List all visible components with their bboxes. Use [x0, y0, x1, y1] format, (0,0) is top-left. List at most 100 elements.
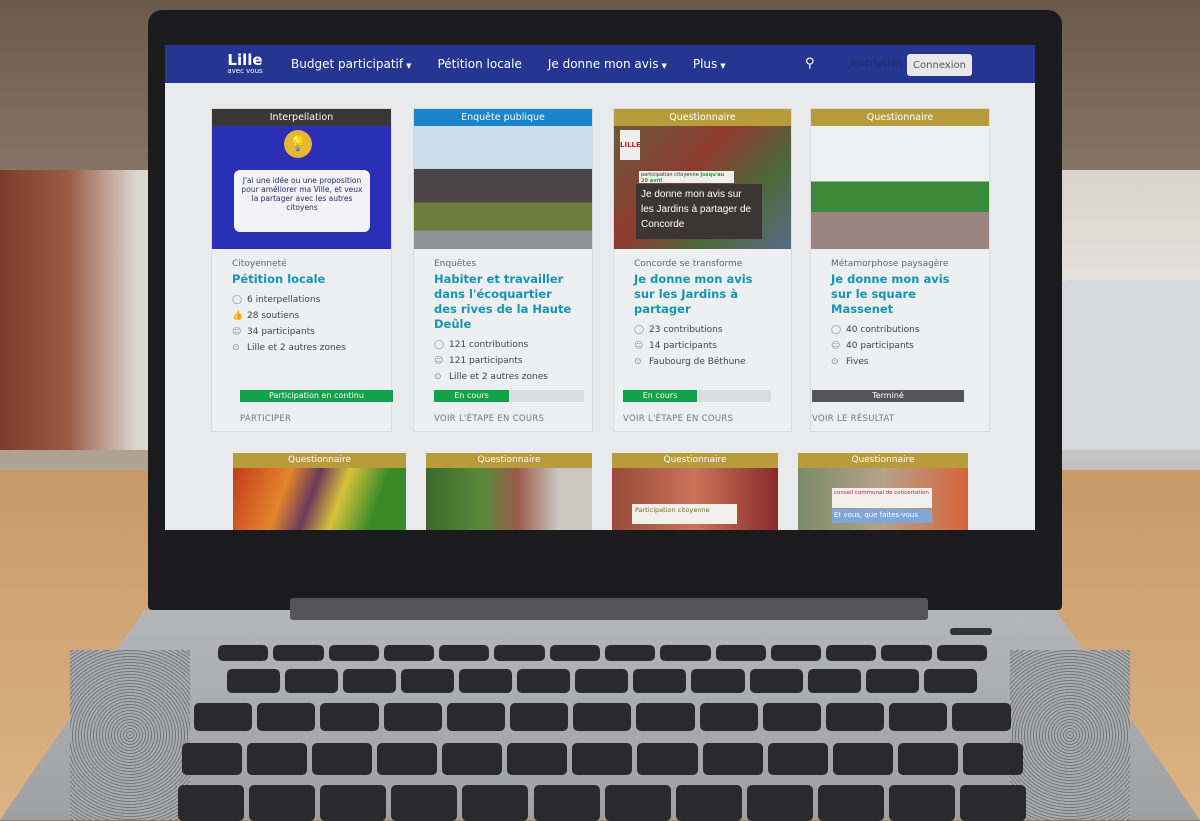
- nav-label: Plus: [692, 57, 718, 71]
- keyboard-key[interactable]: [767, 743, 828, 775]
- keyboard-key[interactable]: [377, 743, 438, 775]
- nav-plus[interactable]: Plus ▼: [693, 57, 726, 71]
- card-title[interactable]: Je donne mon avis sur les Jardins à part…: [634, 272, 771, 317]
- keyboard-key[interactable]: [936, 645, 987, 661]
- keyboard-key[interactable]: [702, 743, 763, 775]
- keyboard-key[interactable]: [865, 669, 919, 693]
- keyboard-key[interactable]: [249, 785, 316, 821]
- caret-down-icon: ▼: [661, 62, 667, 70]
- keyboard-key[interactable]: [285, 669, 339, 693]
- card-title[interactable]: Je donne mon avis sur le square Massenet: [831, 272, 969, 317]
- stat-row: ☺ 121 participants: [434, 356, 572, 366]
- view-step-link[interactable]: VOIR L'ÉTAPE EN COURS: [623, 414, 733, 424]
- project-card[interactable]: Questionnaire Métamorphose paysagère Je …: [810, 108, 990, 432]
- keyboard-key[interactable]: [573, 703, 632, 731]
- keyboard-key[interactable]: [715, 645, 766, 661]
- keyboard-key[interactable]: [401, 669, 455, 693]
- keyboard-key[interactable]: [604, 785, 671, 821]
- view-step-link[interactable]: VOIR L'ÉTAPE EN COURS: [434, 414, 544, 424]
- keyboard-key[interactable]: [826, 703, 885, 731]
- project-card[interactable]: Questionnaire Participation citoyenne: [612, 453, 778, 530]
- keyboard-key[interactable]: [817, 785, 884, 821]
- keyboard-key[interactable]: [962, 743, 1023, 775]
- keyboard-key[interactable]: [517, 669, 571, 693]
- keyboard-key[interactable]: [770, 645, 822, 661]
- keyboard-key[interactable]: [675, 785, 742, 821]
- keyboard-key[interactable]: [343, 669, 397, 693]
- project-card[interactable]: Enquête publique Enquêtes Habiter et tra…: [413, 108, 593, 432]
- keyboard-key[interactable]: [218, 645, 269, 661]
- login-button[interactable]: Connexion: [907, 54, 972, 76]
- keyboard-key[interactable]: [897, 743, 958, 775]
- stat-text: 28 soutiens: [247, 311, 300, 321]
- keyboard-key[interactable]: [178, 785, 245, 821]
- keyboard-key[interactable]: [442, 743, 503, 775]
- stat-text: 23 contributions: [649, 325, 723, 335]
- keyboard-key[interactable]: [459, 669, 513, 693]
- keyboard-key[interactable]: [749, 669, 803, 693]
- keyboard-key[interactable]: [746, 785, 813, 821]
- keyboard-key[interactable]: [762, 703, 821, 731]
- project-card[interactable]: Questionnaire conseil communal de concer…: [798, 453, 968, 530]
- keyboard-key[interactable]: [923, 669, 977, 693]
- search-icon[interactable]: ⚲: [805, 56, 815, 71]
- keyboard-key[interactable]: [273, 645, 324, 661]
- keyboard-key[interactable]: [194, 703, 253, 731]
- keyboard-key[interactable]: [383, 645, 435, 661]
- card-title[interactable]: Habiter et travailler dans l'écoquartier…: [434, 272, 572, 332]
- project-card[interactable]: Interpellation 💡 J'ai une idée ou une pr…: [211, 108, 393, 432]
- keyboard-key[interactable]: [247, 743, 308, 775]
- keyboard-key[interactable]: [807, 669, 861, 693]
- keyboard-key[interactable]: [960, 785, 1027, 821]
- keyboard-key[interactable]: [952, 703, 1011, 731]
- project-card[interactable]: Questionnaire LILLE participation citoye…: [613, 108, 792, 432]
- site-logo[interactable]: Lille avec vous: [225, 53, 265, 75]
- keyboard-key[interactable]: [510, 703, 569, 731]
- keyboard-key[interactable]: [889, 703, 948, 731]
- status-bar: Terminé: [812, 390, 964, 402]
- keyboard-key[interactable]: [320, 785, 387, 821]
- keyboard-key[interactable]: [391, 785, 458, 821]
- keyboard-key[interactable]: [575, 669, 629, 693]
- signup-link[interactable]: Inscription: [850, 58, 902, 69]
- nav-budget-participatif[interactable]: Budget participatif ▼: [291, 57, 411, 71]
- keyboard-key[interactable]: [320, 703, 379, 731]
- keyboard-key[interactable]: [636, 703, 695, 731]
- keyboard-key[interactable]: [257, 703, 316, 731]
- keyboard-key[interactable]: [660, 645, 711, 661]
- keyboard-key[interactable]: [572, 743, 633, 775]
- keyboard-key[interactable]: [637, 743, 698, 775]
- keyboard-key[interactable]: [312, 743, 373, 775]
- keyboard[interactable]: [178, 645, 1030, 821]
- power-button[interactable]: [950, 628, 992, 635]
- keyboard-key[interactable]: [633, 669, 687, 693]
- project-card[interactable]: Questionnaire: [426, 453, 592, 530]
- keyboard-key[interactable]: [699, 703, 758, 731]
- keyboard-key[interactable]: [691, 669, 745, 693]
- keyboard-key[interactable]: [889, 785, 956, 821]
- keyboard-key[interactable]: [383, 703, 442, 731]
- keyboard-key[interactable]: [533, 785, 600, 821]
- keyboard-key[interactable]: [507, 743, 568, 775]
- status-bar: En cours: [623, 390, 771, 402]
- keyboard-key[interactable]: [462, 785, 529, 821]
- participate-link[interactable]: PARTICIPER: [240, 414, 291, 424]
- project-card[interactable]: Questionnaire: [233, 453, 406, 530]
- keyboard-key[interactable]: [605, 645, 656, 661]
- card-title[interactable]: Pétition locale: [232, 272, 371, 287]
- keyboard-key[interactable]: [494, 645, 545, 661]
- keyboard-key[interactable]: [832, 743, 893, 775]
- nav-petition-locale[interactable]: Pétition locale: [437, 57, 521, 71]
- keyboard-key[interactable]: [439, 645, 490, 661]
- nav-je-donne-mon-avis[interactable]: Je donne mon avis ▼: [548, 57, 667, 71]
- speaker-grille-left: [70, 650, 190, 820]
- keyboard-key[interactable]: [328, 645, 379, 661]
- status-bar: Participation en continu: [240, 390, 393, 402]
- keyboard-key[interactable]: [446, 703, 505, 731]
- keyboard-key[interactable]: [549, 645, 600, 661]
- keyboard-key[interactable]: [826, 645, 877, 661]
- view-result-link[interactable]: VOIR LE RÉSULTAT: [812, 414, 894, 424]
- keyboard-key[interactable]: [227, 669, 281, 693]
- keyboard-key[interactable]: [881, 645, 932, 661]
- keyboard-key[interactable]: [182, 743, 243, 775]
